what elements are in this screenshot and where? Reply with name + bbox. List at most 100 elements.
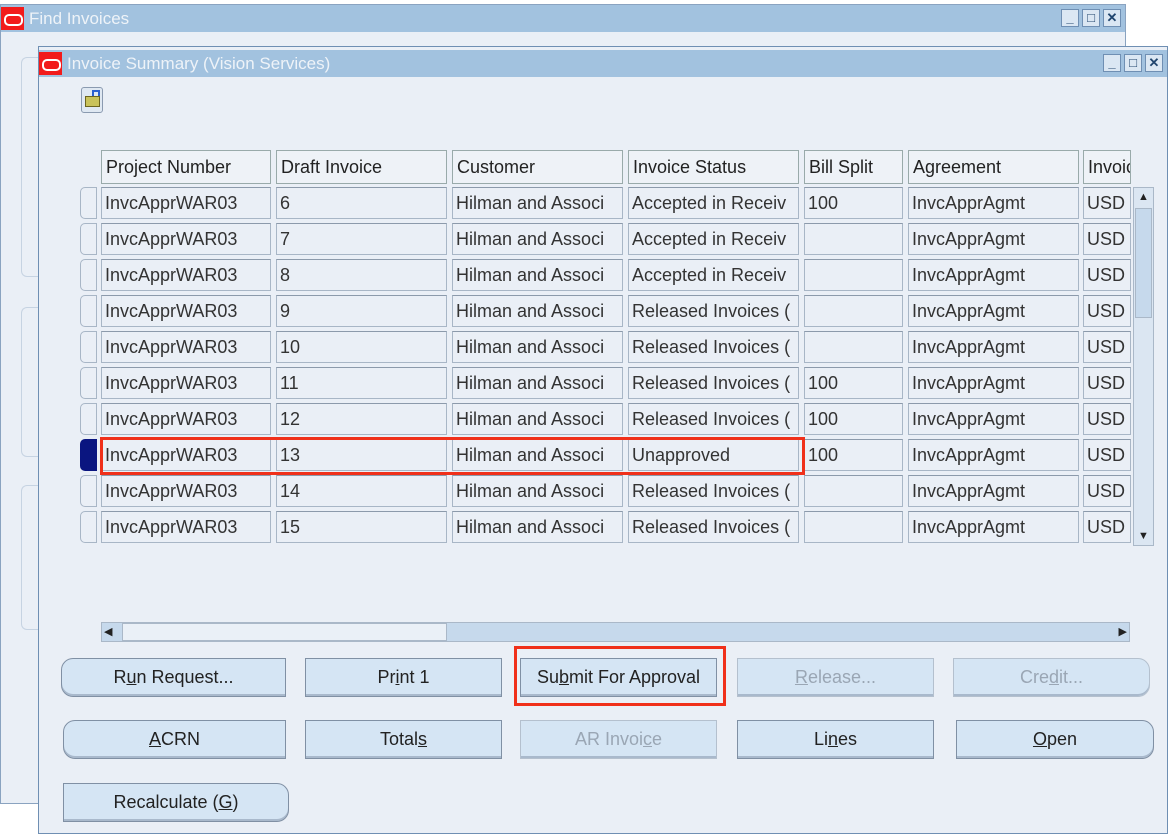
cell-agreement[interactable]: InvcApprAgmt xyxy=(908,295,1079,327)
cell-invoice-currency[interactable]: USD xyxy=(1083,295,1131,327)
cell-draft-invoice[interactable]: 7 xyxy=(276,223,447,255)
cell-invoice-currency[interactable]: USD xyxy=(1083,259,1131,291)
cell-bill-split[interactable]: 100 xyxy=(804,403,903,435)
row-selector[interactable] xyxy=(80,223,97,255)
cell-customer[interactable]: Hilman and Associ xyxy=(452,295,623,327)
cell-invoice-status[interactable]: Released Invoices ( xyxy=(628,331,799,363)
release-button[interactable]: Release... xyxy=(737,658,934,697)
row-selector[interactable] xyxy=(80,295,97,327)
cell-bill-split[interactable]: 100 xyxy=(804,367,903,399)
maximize-icon[interactable]: □ xyxy=(1124,54,1142,72)
cell-bill-split[interactable] xyxy=(804,259,903,291)
cell-bill-split[interactable] xyxy=(804,475,903,507)
column-header-draft-invoice[interactable]: Draft Invoice xyxy=(276,150,447,184)
row-selector[interactable] xyxy=(80,439,97,471)
close-icon[interactable]: ✕ xyxy=(1103,9,1121,27)
cell-draft-invoice[interactable]: 6 xyxy=(276,187,447,219)
cell-draft-invoice[interactable]: 9 xyxy=(276,295,447,327)
cell-invoice-status[interactable]: Accepted in Receiv xyxy=(628,259,799,291)
cell-invoice-currency[interactable]: USD xyxy=(1083,223,1131,255)
cell-customer[interactable]: Hilman and Associ xyxy=(452,187,623,219)
cell-invoice-status[interactable]: Released Invoices ( xyxy=(628,475,799,507)
scroll-right-icon[interactable]: ▶ xyxy=(1119,623,1127,641)
cell-agreement[interactable]: InvcApprAgmt xyxy=(908,403,1079,435)
cell-customer[interactable]: Hilman and Associ xyxy=(452,259,623,291)
cell-invoice-currency[interactable]: USD xyxy=(1083,331,1131,363)
cell-agreement[interactable]: InvcApprAgmt xyxy=(908,187,1079,219)
row-selector[interactable] xyxy=(80,511,97,543)
cell-draft-invoice[interactable]: 8 xyxy=(276,259,447,291)
cell-customer[interactable]: Hilman and Associ xyxy=(452,223,623,255)
scroll-left-icon[interactable]: ◀ xyxy=(104,623,112,641)
cell-draft-invoice[interactable]: 15 xyxy=(276,511,447,543)
vertical-scrollbar[interactable]: ▲ ▼ xyxy=(1133,187,1154,546)
cell-customer[interactable]: Hilman and Associ xyxy=(452,367,623,399)
column-header-project-number[interactable]: Project Number xyxy=(101,150,271,184)
cell-agreement[interactable]: InvcApprAgmt xyxy=(908,475,1079,507)
maximize-icon[interactable]: □ xyxy=(1082,9,1100,27)
cell-invoice-currency[interactable]: USD xyxy=(1083,511,1131,543)
cell-project-number[interactable]: InvcApprWAR03 xyxy=(101,187,271,219)
cell-agreement[interactable]: InvcApprAgmt xyxy=(908,259,1079,291)
cell-invoice-status[interactable]: Released Invoices ( xyxy=(628,403,799,435)
cell-bill-split[interactable] xyxy=(804,511,903,543)
open-button[interactable]: Open xyxy=(956,720,1154,759)
invoice-summary-titlebar[interactable]: Invoice Summary (Vision Services) _ □ ✕ xyxy=(39,50,1167,77)
column-header-bill-split[interactable]: Bill Split xyxy=(804,150,903,184)
cell-bill-split[interactable] xyxy=(804,331,903,363)
cell-invoice-status[interactable]: Released Invoices ( xyxy=(628,295,799,327)
scroll-up-icon[interactable]: ▲ xyxy=(1134,188,1153,206)
cell-draft-invoice[interactable]: 10 xyxy=(276,331,447,363)
row-selector[interactable] xyxy=(80,475,97,507)
lines-button[interactable]: Lines xyxy=(737,720,934,759)
cell-customer[interactable]: Hilman and Associ xyxy=(452,475,623,507)
column-header-agreement[interactable]: Agreement xyxy=(908,150,1079,184)
cell-project-number[interactable]: InvcApprWAR03 xyxy=(101,367,271,399)
row-selector[interactable] xyxy=(80,367,97,399)
print-button[interactable]: Print 1 xyxy=(305,658,502,697)
row-selector[interactable] xyxy=(80,403,97,435)
credit-button[interactable]: Credit... xyxy=(953,658,1150,697)
cell-project-number[interactable]: InvcApprWAR03 xyxy=(101,475,271,507)
totals-button[interactable]: Totals xyxy=(305,720,502,759)
cell-agreement[interactable]: InvcApprAgmt xyxy=(908,511,1079,543)
close-icon[interactable]: ✕ xyxy=(1145,54,1163,72)
recalculate-button[interactable]: Recalculate (G) xyxy=(63,783,289,822)
cell-agreement[interactable]: InvcApprAgmt xyxy=(908,439,1079,471)
horizontal-scrollbar[interactable]: ◀ ▶ xyxy=(101,622,1130,642)
cell-invoice-status[interactable]: Released Invoices ( xyxy=(628,367,799,399)
cell-agreement[interactable]: InvcApprAgmt xyxy=(908,331,1079,363)
minimize-icon[interactable]: _ xyxy=(1061,9,1079,27)
cell-bill-split[interactable]: 100 xyxy=(804,439,903,471)
row-selector[interactable] xyxy=(80,187,97,219)
cell-invoice-currency[interactable]: USD xyxy=(1083,439,1131,471)
cell-invoice-status[interactable]: Accepted in Receiv xyxy=(628,223,799,255)
find-invoices-titlebar[interactable]: Find Invoices _ □ ✕ xyxy=(1,5,1125,32)
acrn-button[interactable]: ACRN xyxy=(63,720,286,759)
cell-invoice-currency[interactable]: USD xyxy=(1083,187,1131,219)
cell-invoice-status[interactable]: Accepted in Receiv xyxy=(628,187,799,219)
scroll-down-icon[interactable]: ▼ xyxy=(1134,527,1153,545)
cell-project-number[interactable]: InvcApprWAR03 xyxy=(101,259,271,291)
cell-invoice-currency[interactable]: USD xyxy=(1083,367,1131,399)
cell-project-number[interactable]: InvcApprWAR03 xyxy=(101,223,271,255)
cell-agreement[interactable]: InvcApprAgmt xyxy=(908,223,1079,255)
cell-bill-split[interactable] xyxy=(804,223,903,255)
cell-project-number[interactable]: InvcApprWAR03 xyxy=(101,331,271,363)
cell-draft-invoice[interactable]: 14 xyxy=(276,475,447,507)
cell-draft-invoice[interactable]: 12 xyxy=(276,403,447,435)
column-header-customer[interactable]: Customer xyxy=(452,150,623,184)
column-header-invoice-currency[interactable]: Invoic xyxy=(1083,150,1131,184)
minimize-icon[interactable]: _ xyxy=(1103,54,1121,72)
cell-invoice-currency[interactable]: USD xyxy=(1083,403,1131,435)
row-selector[interactable] xyxy=(80,259,97,291)
scroll-thumb[interactable] xyxy=(1135,208,1152,318)
cell-project-number[interactable]: InvcApprWAR03 xyxy=(101,511,271,543)
cell-project-number[interactable]: InvcApprWAR03 xyxy=(101,295,271,327)
row-selector[interactable] xyxy=(80,331,97,363)
ar-invoice-button[interactable]: AR Invoice xyxy=(520,720,717,759)
cell-invoice-currency[interactable]: USD xyxy=(1083,475,1131,507)
cell-customer[interactable]: Hilman and Associ xyxy=(452,331,623,363)
cell-draft-invoice[interactable]: 11 xyxy=(276,367,447,399)
cell-customer[interactable]: Hilman and Associ xyxy=(452,403,623,435)
